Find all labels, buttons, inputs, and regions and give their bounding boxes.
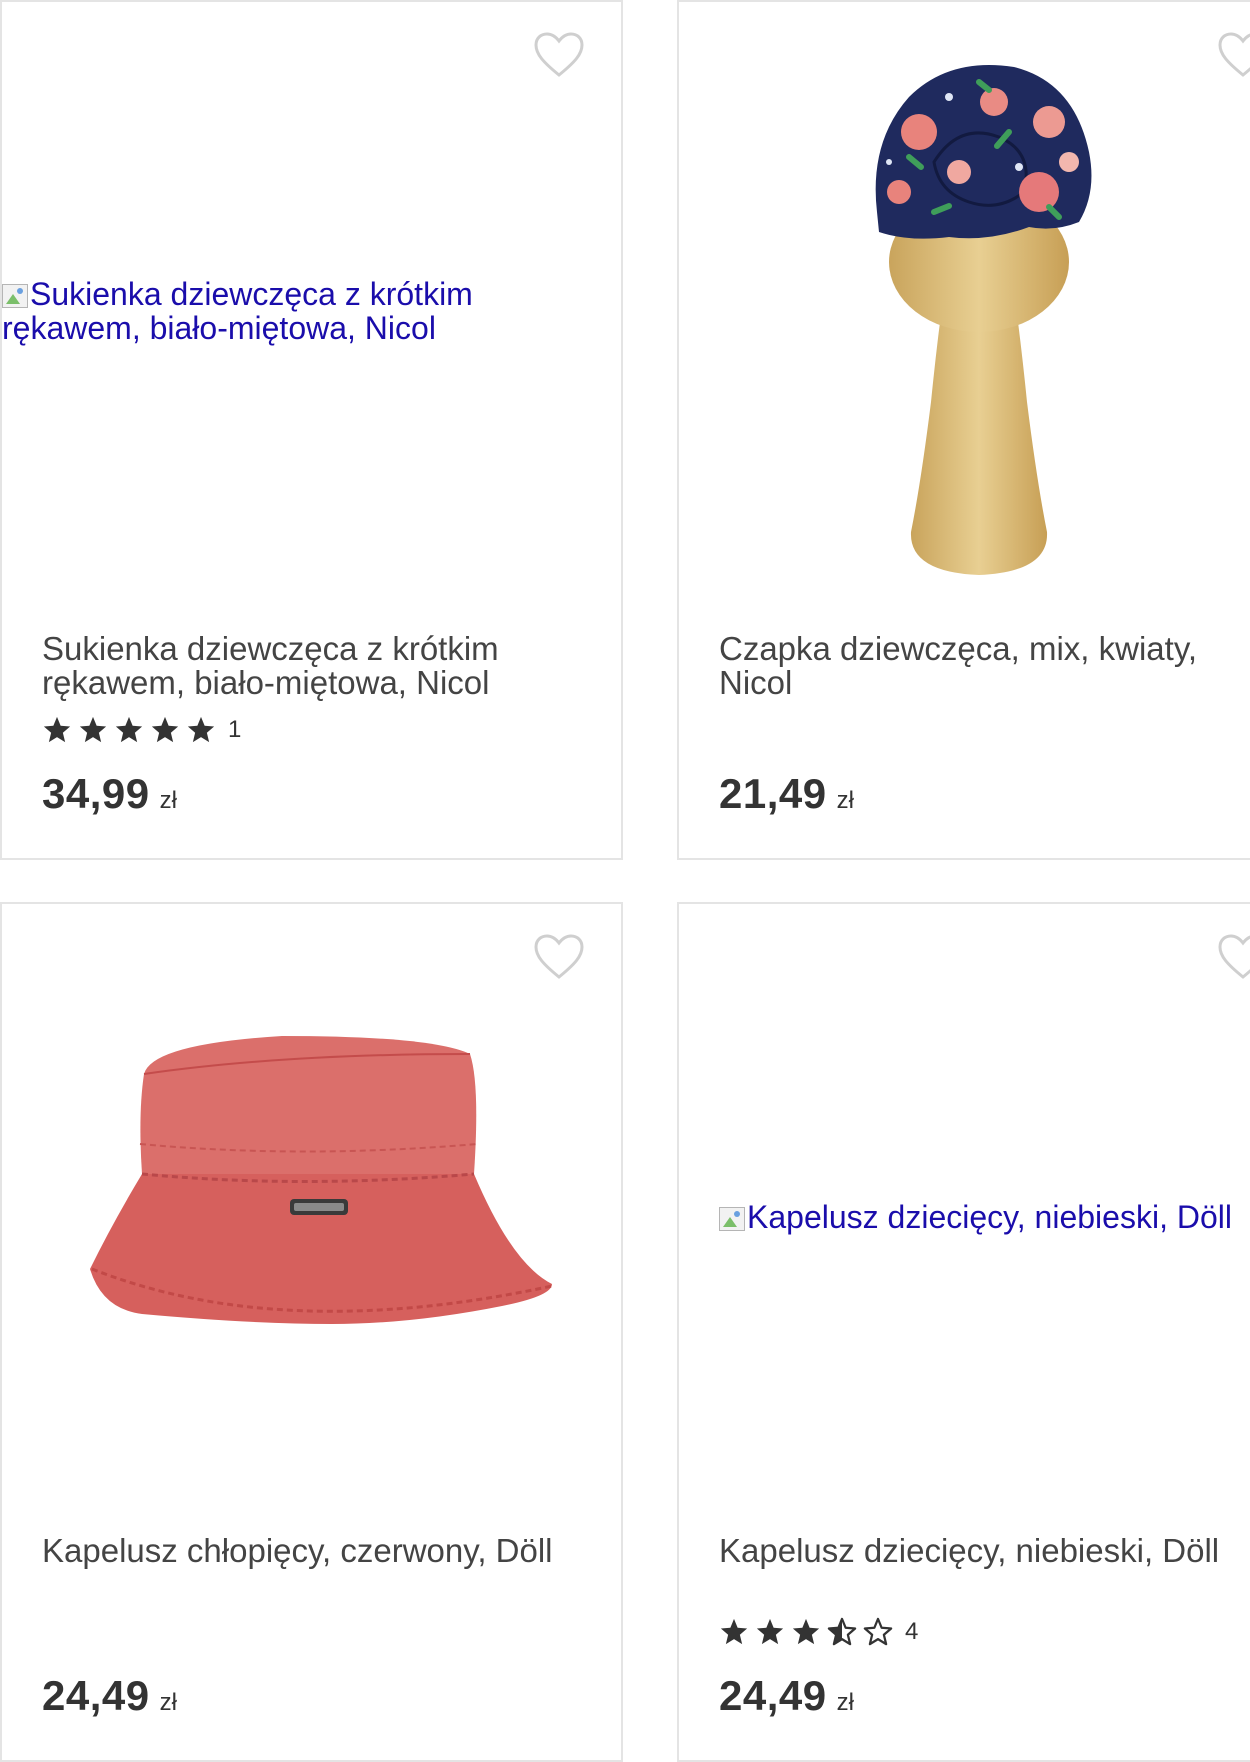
product-image-broken[interactable]: Sukienka dziewczęca z krótkim rękawem, b… xyxy=(2,277,602,345)
price-currency: zł xyxy=(836,787,854,814)
product-image-floral-cap[interactable] xyxy=(839,42,1119,582)
product-title[interactable]: Czapka dziewczęca, mix, kwiaty, Nicol xyxy=(719,632,1250,700)
heart-icon[interactable] xyxy=(533,32,585,78)
star-filled-icon xyxy=(756,1618,784,1645)
broken-image-icon xyxy=(719,1207,745,1231)
product-price: 24,49 zł xyxy=(42,1672,177,1720)
product-rating: 4 xyxy=(719,1616,918,1648)
rating-count: 4 xyxy=(905,1618,919,1645)
star-filled-icon xyxy=(43,716,71,743)
price-currency: zł xyxy=(836,1689,854,1716)
heart-icon[interactable] xyxy=(1217,32,1250,78)
heart-icon[interactable] xyxy=(1217,934,1250,980)
product-title[interactable]: Kapelusz dziecięcy, niebieski, Döll xyxy=(719,1534,1250,1568)
star-filled-icon xyxy=(187,716,215,743)
product-card[interactable]: Czapka dziewczęca, mix, kwiaty, Nicol 21… xyxy=(677,0,1250,860)
product-image-red-hat[interactable] xyxy=(82,1024,562,1364)
product-price: 34,99 zł xyxy=(42,770,177,818)
price-amount: 21,49 xyxy=(719,770,827,817)
product-image-alt: Kapelusz dziecięcy, niebieski, Döll xyxy=(747,1199,1232,1235)
product-rating: 1 xyxy=(42,714,241,746)
star-filled-icon xyxy=(720,1618,748,1645)
price-currency: zł xyxy=(159,787,177,814)
price-amount: 24,49 xyxy=(42,1672,150,1719)
star-filled-icon xyxy=(792,1618,820,1645)
price-amount: 34,99 xyxy=(42,770,150,817)
star-empty-icon xyxy=(863,1617,893,1646)
star-half-icon xyxy=(827,1617,857,1646)
price-amount: 24,49 xyxy=(719,1672,827,1719)
star-filled-icon xyxy=(151,716,179,743)
rating-count: 1 xyxy=(228,716,242,743)
star-filled-icon xyxy=(79,716,107,743)
product-price: 24,49 zł xyxy=(719,1672,854,1720)
product-title[interactable]: Sukienka dziewczęca z krótkim rękawem, b… xyxy=(42,632,602,700)
product-card[interactable]: Kapelusz chłopięcy, czerwony, Döll 24,49… xyxy=(0,902,623,1762)
product-image-broken[interactable]: Kapelusz dziecięcy, niebieski, Döll xyxy=(719,1200,1250,1234)
heart-icon[interactable] xyxy=(533,934,585,980)
broken-image-icon xyxy=(2,284,28,308)
price-currency: zł xyxy=(159,1689,177,1716)
product-price: 21,49 zł xyxy=(719,770,854,818)
product-image-alt: Sukienka dziewczęca z krótkim rękawem, b… xyxy=(2,276,473,346)
product-card[interactable]: Sukienka dziewczęca z krótkim rękawem, b… xyxy=(0,0,623,860)
product-title[interactable]: Kapelusz chłopięcy, czerwony, Döll xyxy=(42,1534,602,1568)
star-filled-icon xyxy=(115,716,143,743)
product-card[interactable]: Kapelusz dziecięcy, niebieski, Döll Kape… xyxy=(677,902,1250,1762)
